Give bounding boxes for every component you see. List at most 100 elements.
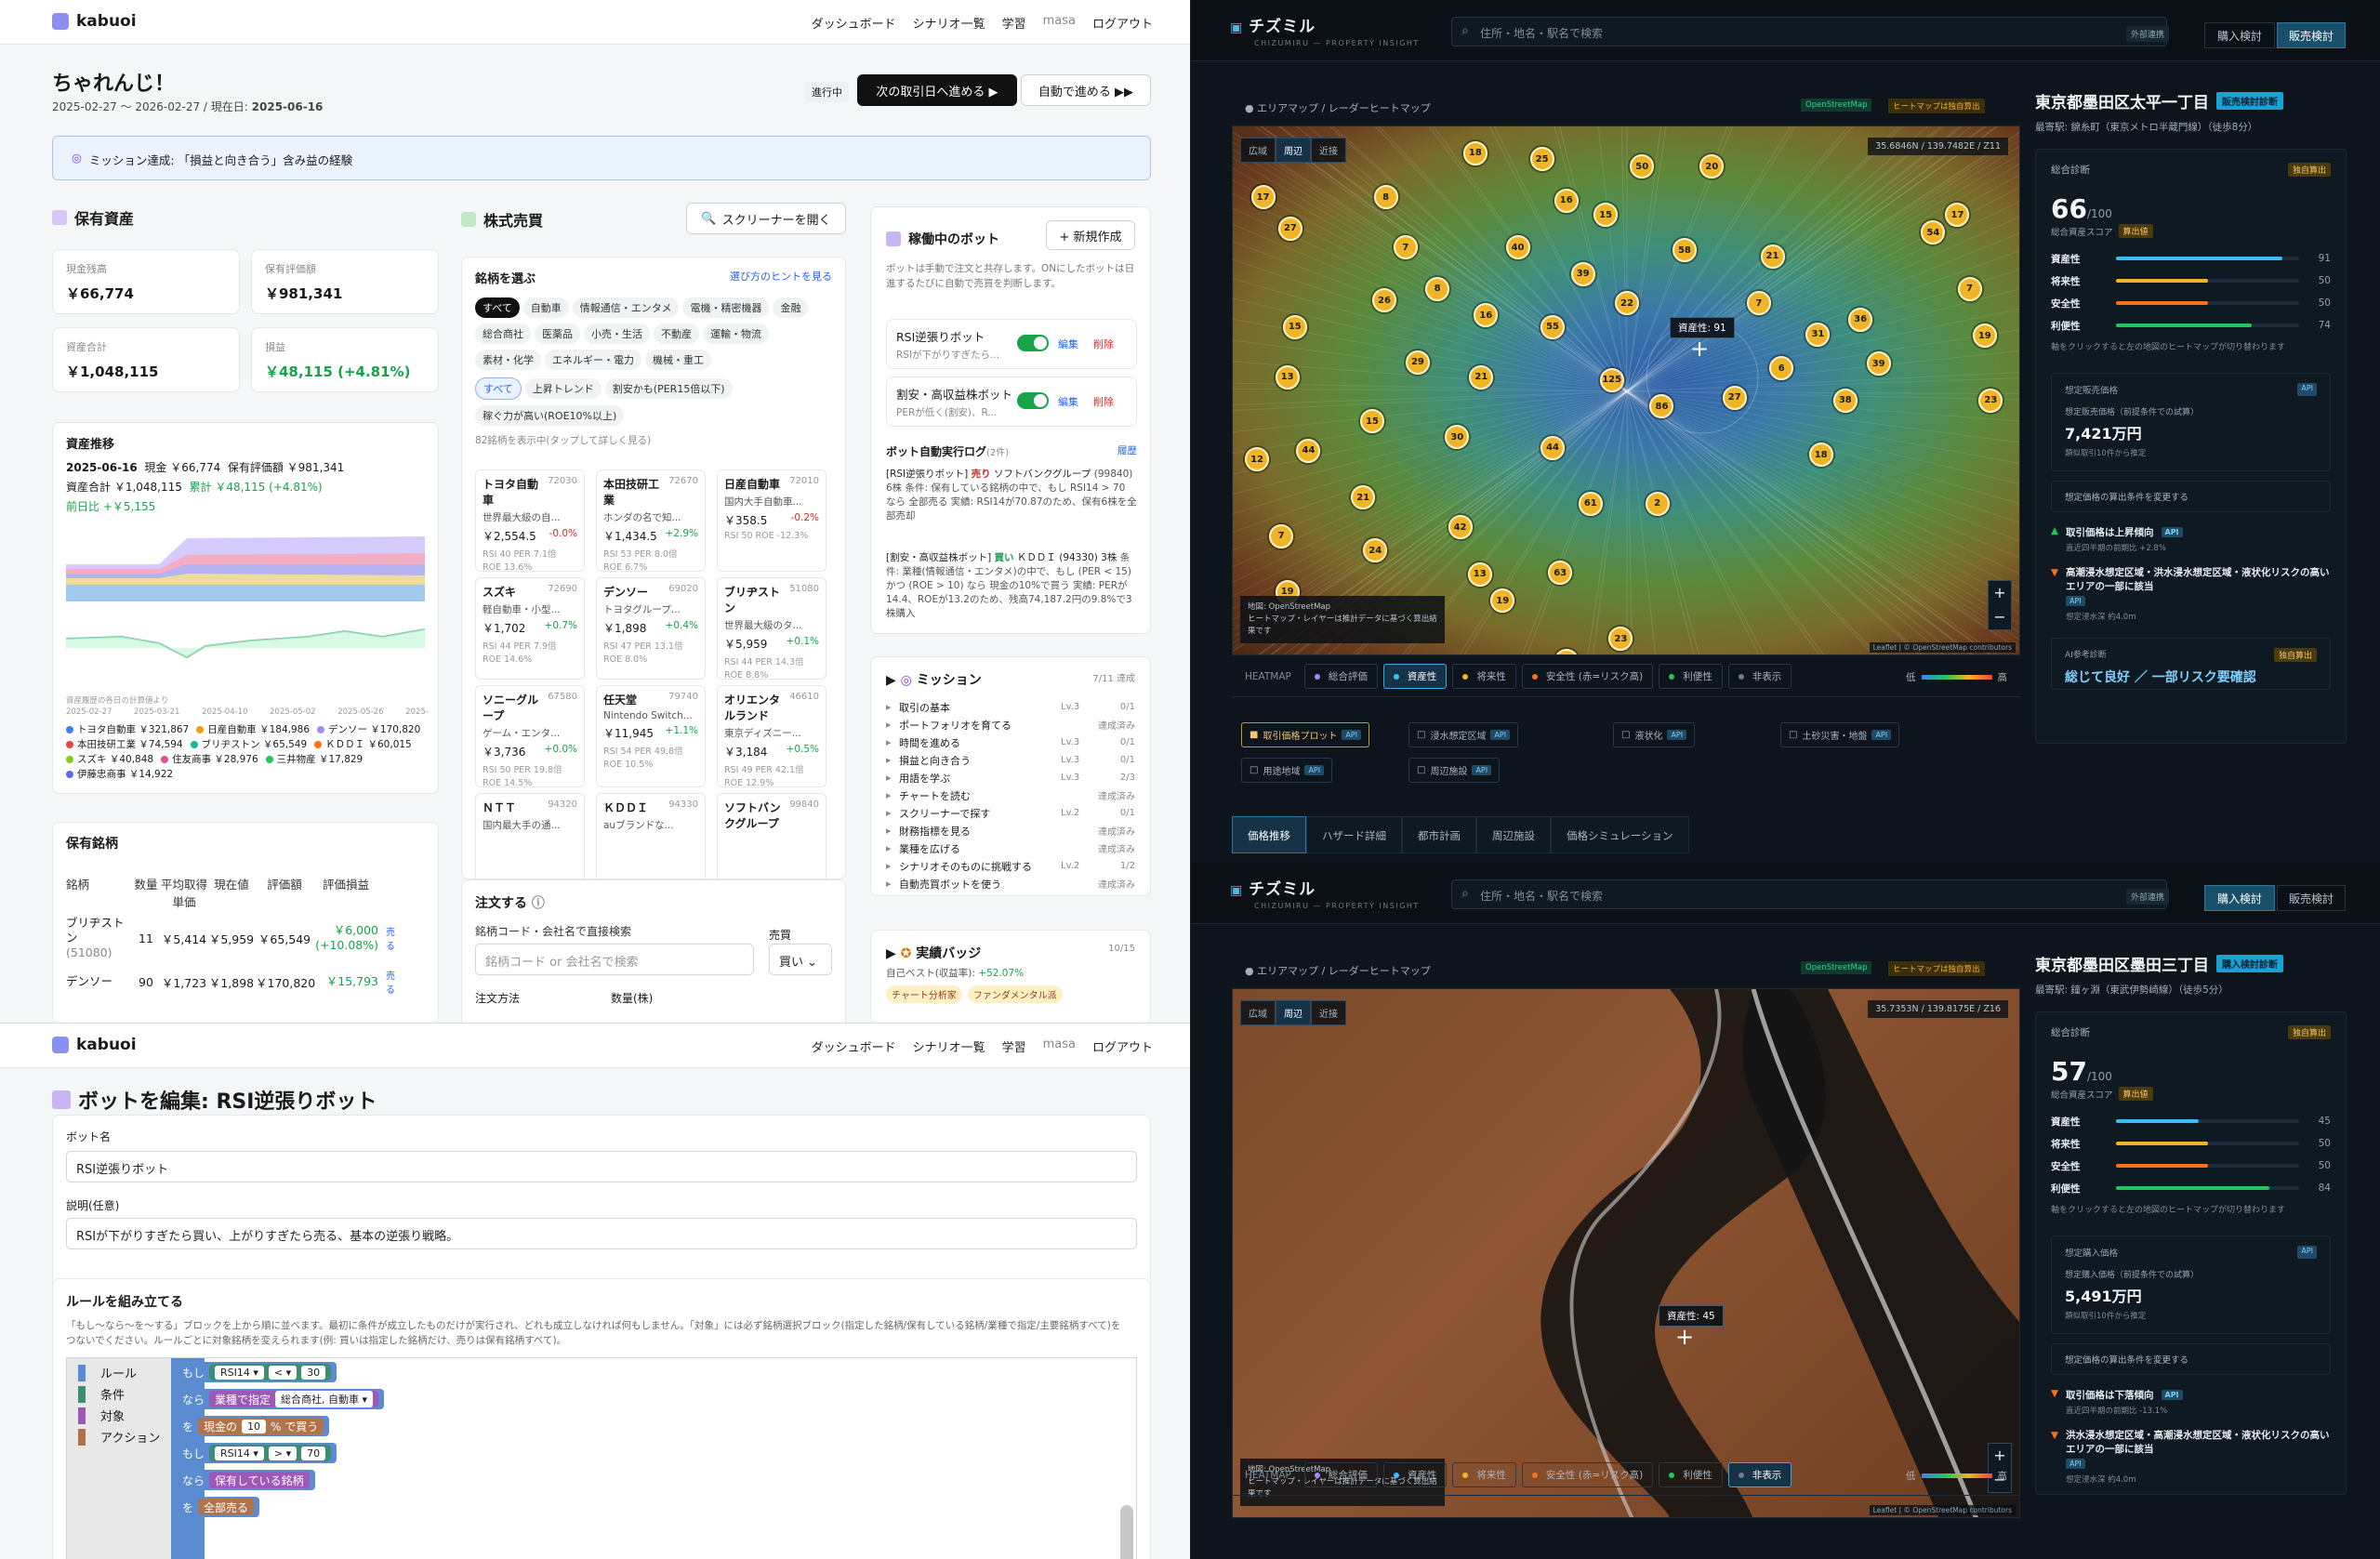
tab-buy[interactable]: 購入検討 (2204, 885, 2275, 911)
cluster-marker[interactable]: 27 (1722, 385, 1747, 410)
detail-tab[interactable]: 価格推移 (1232, 816, 1306, 853)
metric-row[interactable]: 利便性 84 (2051, 1177, 2331, 1199)
zoom-in-button[interactable]: + (1989, 581, 2011, 605)
nav-link[interactable]: 学習 (1002, 1037, 1026, 1055)
sell-link[interactable]: 売る (386, 924, 401, 952)
open-screener-button[interactable]: 🔍 スクリーナーを開く (686, 203, 846, 234)
cluster-marker[interactable]: 38 (1832, 388, 1858, 413)
edit-link[interactable]: 編集 (1058, 394, 1078, 409)
filter-chip[interactable]: 上昇トレンド (524, 378, 602, 399)
heatmap-button[interactable]: 非表示 (1727, 1462, 1792, 1487)
heatmap-button[interactable]: 非表示 (1727, 664, 1792, 689)
brand[interactable]: ▣ チズミル CHIZUMIRU — PROPERTY INSIGHT (1230, 876, 1420, 910)
cluster-marker[interactable]: 7 (1957, 276, 1982, 301)
map-view[interactable]: 広域 周辺 近接 35.7353N / 139.8175E / Z16 資産性: 45 +… (1232, 988, 2020, 1518)
zoom-tab[interactable]: 周辺 (1276, 138, 1311, 163)
sell-link[interactable]: 売る (386, 968, 401, 996)
heatmap-button[interactable]: 将来性 (1452, 1462, 1516, 1487)
delete-link[interactable]: 削除 (1093, 337, 1114, 351)
bot-desc-input[interactable]: RSIが下がりすぎたら買い、上がりすぎたら売る、基本の逆張り戦略。 (66, 1218, 1137, 1249)
sector-chip[interactable]: 運輸・物流 (703, 324, 769, 344)
metric-row[interactable]: 将来性 50 (2051, 270, 2331, 292)
metric-row[interactable]: 資産性 91 (2051, 247, 2331, 270)
cluster-marker[interactable]: 25 (1529, 147, 1554, 172)
stock-card[interactable]: 日産自動車 72010 国内大手自動車... ￥358.5 -0.2% RSI 50 RO… (717, 469, 826, 572)
heatmap-button[interactable]: 資産性 (1382, 1462, 1448, 1487)
logo[interactable]: kabuoi (52, 12, 137, 31)
heatmap-button[interactable]: 資産性 (1382, 664, 1448, 689)
layer-toggle[interactable]: □ 浸水想定区域 API (1408, 722, 1519, 747)
stock-card[interactable]: オリエンタルランド 46610 東京ディズニー... ￥3,184 +0.5% RSI 4… (717, 685, 826, 788)
cluster-marker[interactable]: 7 (1269, 523, 1294, 548)
bot-item[interactable]: RSI逆張りボット RSIが下がりすぎたら... 編集 削除 (886, 319, 1137, 369)
cluster-marker[interactable]: 13 (1275, 364, 1300, 390)
sell-action-block[interactable]: 全部売る (198, 1499, 255, 1515)
detail-tab[interactable]: 価格シミュレーション (1551, 816, 1689, 853)
condition-block-1[interactable]: RSI14 ▾ < ▾ 30 (209, 1364, 332, 1381)
next-day-button[interactable]: 次の取引日へ進める ▶ (857, 74, 1017, 106)
zoom-tab[interactable]: 近接 (1311, 138, 1346, 163)
palette-item[interactable]: ルール (78, 1364, 137, 1381)
cluster-marker[interactable]: 18 (1808, 443, 1833, 468)
cluster-marker[interactable]: 21 (1469, 364, 1494, 390)
cluster-marker[interactable]: 125 (1599, 367, 1624, 392)
bot-name-input[interactable]: RSI逆張りボット (66, 1151, 1137, 1182)
metric-row[interactable]: 利便性 74 (2051, 314, 2331, 337)
stock-card[interactable]: ＫＤＤＩ 94330 auブランドな... (596, 793, 706, 879)
cluster-marker[interactable]: 39 (1866, 351, 1891, 377)
cluster-marker[interactable]: 13 (1467, 562, 1492, 587)
logo[interactable]: kabuoi (52, 1036, 137, 1054)
sector-chip[interactable]: 機械・重工 (645, 350, 711, 370)
sector-chip[interactable]: 素材・化学 (475, 350, 541, 370)
new-bot-button[interactable]: + 新規作成 (1046, 220, 1135, 250)
bot-toggle[interactable] (1017, 392, 1049, 409)
stock-card[interactable]: 任天堂 79740 Nintendo Switch... ￥11,945 +1.1% RS… (596, 685, 706, 787)
sector-chip[interactable]: 総合商社 (475, 324, 531, 344)
filter-chip[interactable]: 稼ぐ力が高い(ROE10%以上) (475, 405, 625, 426)
block-workspace[interactable]: ルール 条件 対象 アクション もし RSI14 ▾ < ▾ 30 なら 業種で指定 総合商社,… (66, 1357, 1137, 1559)
cluster-marker[interactable]: 40 (1505, 235, 1530, 260)
cluster-marker[interactable]: 23 (1978, 388, 2003, 413)
sector-chip[interactable]: エネルギー・電力 (545, 350, 641, 370)
tab-sell[interactable]: 販売検討 (2277, 885, 2346, 911)
cluster-marker[interactable]: 15 (1359, 409, 1384, 433)
cluster-marker[interactable]: 12 (1245, 447, 1270, 472)
stock-card[interactable]: ブリヂストン 51080 世界最大級のタ... ￥5,959 +0.1% RSI 44 P… (717, 577, 826, 680)
target-sector-block[interactable]: 業種で指定 総合商社, 自動車 ▾ (209, 1391, 379, 1407)
layer-toggle[interactable]: ■ 取引価格プロット API (1241, 722, 1370, 747)
sector-chip[interactable]: 自動車 (522, 297, 569, 318)
nav-link[interactable]: ログアウト (1092, 1037, 1153, 1055)
cluster-marker[interactable]: 18 (1462, 140, 1488, 165)
sector-chip[interactable]: すべて (475, 297, 520, 318)
sector-chip[interactable]: 情報通信・エンタメ (572, 297, 680, 318)
detail-tab[interactable]: 都市計画 (1402, 816, 1476, 853)
nav-link[interactable]: シナリオ一覧 (913, 14, 985, 32)
cluster-marker[interactable]: 15 (1282, 314, 1307, 339)
filter-chip[interactable]: すべて (475, 377, 522, 400)
cluster-marker[interactable]: 19 (1972, 324, 1997, 349)
palette-item[interactable]: アクション (78, 1428, 160, 1446)
heatmap-button[interactable]: 利便性 (1659, 664, 1723, 689)
zoom-tab[interactable]: 広域 (1240, 1000, 1276, 1025)
nav-link[interactable]: ダッシュボード (812, 1037, 896, 1055)
edit-link[interactable]: 編集 (1058, 337, 1078, 351)
delete-link[interactable]: 削除 (1093, 394, 1114, 409)
cluster-marker[interactable]: 21 (1760, 244, 1785, 269)
cluster-marker[interactable]: 29 (1405, 350, 1430, 375)
stock-card[interactable]: ＮＴＴ 94320 国内最大手の通... (475, 793, 585, 879)
filter-chip[interactable]: 割安かも(PER15倍以下) (604, 378, 733, 399)
cluster-marker[interactable]: 36 (1848, 307, 1873, 332)
sector-chip[interactable]: 電機・精密機器 (682, 297, 770, 318)
zoom-tab[interactable]: 周辺 (1276, 1000, 1311, 1025)
cluster-marker[interactable]: 2 (1645, 491, 1670, 516)
target-held-block[interactable]: 保有している銘柄 (209, 1472, 310, 1488)
sector-chip[interactable]: 不動産 (654, 324, 699, 344)
tab-buy[interactable]: 購入検討 (2204, 22, 2275, 48)
cluster-marker[interactable]: 7 (1393, 235, 1418, 260)
cluster-marker[interactable]: 8 (1373, 185, 1398, 210)
stock-search-input[interactable]: 銘柄コード or 会社名で検索 (475, 944, 754, 975)
search-input[interactable]: ⌕ 住所・地名・駅名で検索 (1451, 17, 2167, 46)
bot-toggle[interactable] (1017, 335, 1049, 351)
cluster-marker[interactable]: 17 (1250, 185, 1276, 210)
stock-card[interactable]: ソフトバンクグループ 99840 (717, 793, 826, 879)
